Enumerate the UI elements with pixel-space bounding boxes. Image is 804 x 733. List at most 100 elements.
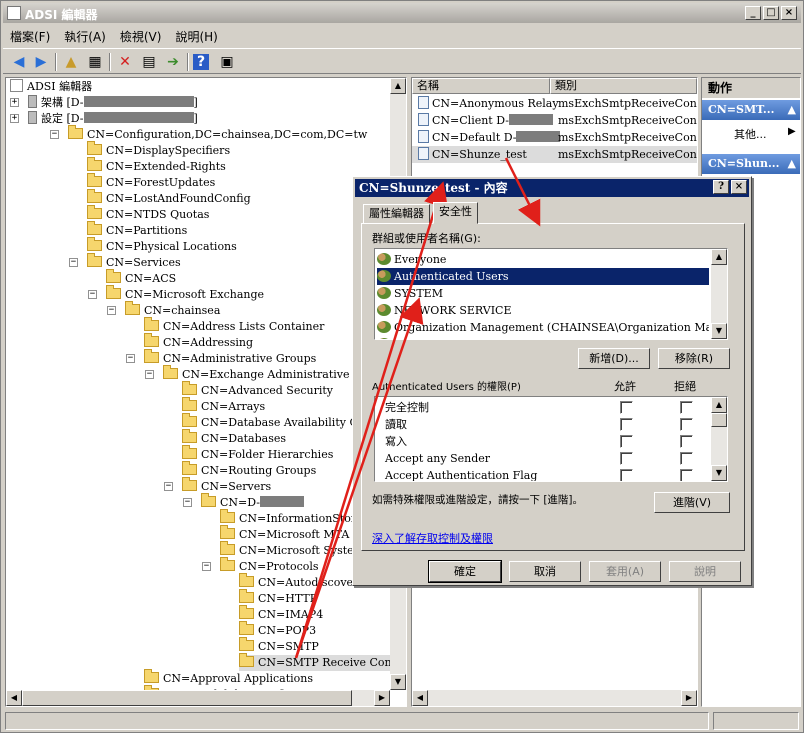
users-vscroll[interactable]: ▲ ▼ [711,249,727,339]
tree-item[interactable]: CN=Extended-Rights [87,157,226,175]
remove-button[interactable]: 移除(R) [658,348,730,369]
perms-vscroll[interactable]: ▲ ▼ [711,397,727,481]
allow-checkbox[interactable] [620,469,633,481]
dialog-close-button[interactable]: × [731,180,747,194]
tree-item[interactable]: CN=NTDS Quotas [87,205,209,223]
collapse-icon[interactable]: − [164,482,173,491]
tree-item[interactable]: CN=Autodiscover [239,573,358,591]
up-folder-icon[interactable]: ▲ [61,52,81,72]
tree-item[interactable]: CN=InformationStore [220,509,363,527]
deny-checkbox[interactable] [680,418,693,431]
actions-group-shunze[interactable]: CN=Shun... ▲ [702,154,800,174]
scroll-left-icon[interactable]: ◀ [412,690,428,706]
collapse-icon[interactable]: − [202,562,211,571]
tree-item[interactable]: CN=Routing Groups [182,461,316,479]
add-button[interactable]: 新增(D)... [578,348,650,369]
deny-checkbox[interactable] [680,435,693,448]
tree-item[interactable]: CN=Databases [182,429,286,447]
expand-icon[interactable]: + [10,114,19,123]
allow-checkbox[interactable] [620,418,633,431]
tree-item[interactable]: CN=Services [87,253,181,271]
hscroll-thumb[interactable] [22,690,352,706]
forward-icon[interactable]: ▶ [31,52,51,72]
scroll-right-icon[interactable]: ▶ [681,690,697,706]
tree-item[interactable]: CN=Protocols [220,557,319,575]
tree-item[interactable]: CN=Approval Applications [144,669,313,687]
tree-item[interactable]: CN=Physical Locations [87,237,237,255]
tree-item[interactable]: CN=D- [201,493,304,511]
tree-item[interactable]: CN=IMAP4 [239,605,323,623]
tree-item[interactable]: CN=SMTP [239,637,319,655]
tree-item[interactable]: CN=Folder Hierarchies [182,445,333,463]
user-item[interactable]: Authenticated Users [377,268,709,285]
deny-checkbox[interactable] [680,452,693,465]
tree-item[interactable]: CN=DisplaySpecifiers [87,141,230,159]
properties-icon[interactable]: ▤ [139,52,159,72]
collapse-icon[interactable]: − [50,130,59,139]
scroll-down-icon[interactable]: ▼ [711,465,727,481]
user-item[interactable]: Organization Management (CHAINSEA\Organi… [377,319,709,336]
allow-checkbox[interactable] [620,452,633,465]
user-item[interactable]: Public Folder Management (CHAINSEA\Publi… [377,336,709,339]
users-listbox[interactable]: Everyone Authenticated Users SYSTEM NETWORK… [374,248,728,340]
collapse-icon[interactable]: − [126,354,135,363]
help-button[interactable]: 說明 [669,561,741,582]
minimize-button[interactable]: _ [745,6,761,20]
user-item[interactable]: NETWORK SERVICE [377,302,709,319]
tree-item[interactable]: CN=Address Lists Container [144,317,324,335]
allow-checkbox[interactable] [620,401,633,414]
column-name[interactable]: 名稱 [412,78,550,94]
tree-item[interactable]: 設定 [D-] [28,111,198,127]
allow-checkbox[interactable] [620,435,633,448]
dialog-help-button[interactable]: ? [713,180,729,194]
list-hscroll[interactable]: ◀ ▶ [412,690,697,706]
tree-item[interactable]: CN=SMTP Receive Connectors [239,653,406,671]
tab-attribute-editor[interactable]: 屬性編輯器 [363,204,430,224]
actions-group-smtp[interactable]: CN=SMT... ▲ [702,100,800,120]
scroll-thumb[interactable] [711,413,727,427]
ok-button[interactable]: 確定 [428,560,502,583]
tree-item[interactable]: CN=Microsoft MTA [220,525,349,543]
list-row[interactable]: CN=Default D-msExchSmtpReceiveConnecto [412,129,697,146]
list-row[interactable]: CN=Client D-msExchSmtpReceiveConnecto [412,112,697,129]
scroll-up-icon[interactable]: ▲ [390,78,406,94]
scroll-down-icon[interactable]: ▼ [390,674,406,690]
tree-item[interactable]: CN=Partitions [87,221,187,239]
collapse-icon[interactable]: − [145,370,154,379]
expand-icon[interactable]: + [10,98,19,107]
deny-checkbox[interactable] [680,401,693,414]
back-icon[interactable]: ◀ [9,52,29,72]
collapse-icon[interactable]: − [88,290,97,299]
tree-item[interactable]: CN=Configuration,DC=chainsea,DC=com,DC=t… [68,125,367,143]
list-row[interactable]: CN=Anonymous RelaymsExchSmtpReceiveConne… [412,95,697,112]
tree-hscroll[interactable]: ◀ ▶ [6,690,390,706]
collapse-icon[interactable]: − [183,498,192,507]
scroll-right-icon[interactable]: ▶ [374,690,390,706]
tree-item[interactable]: CN=POP3 [239,621,316,639]
tree-item[interactable]: CN=LostAndFoundConfig [87,189,251,207]
tree-item[interactable]: CN=Servers [182,477,271,495]
tree-item[interactable]: CN=Arrays [182,397,265,415]
scroll-up-icon[interactable]: ▲ [711,249,727,265]
tree-item[interactable]: CN=HTTP [239,589,317,607]
list-row[interactable]: CN=Shunze_test msExchSmtpReceiveConnecto [412,146,697,163]
tab-security[interactable]: 安全性 [433,202,478,224]
collapse-icon[interactable]: − [69,258,78,267]
collapse-icon[interactable]: − [107,306,116,315]
menu-file[interactable]: 檔案(F) [3,25,57,48]
column-class[interactable]: 類別 [550,78,697,94]
scroll-down-icon[interactable]: ▼ [711,323,727,339]
cancel-button[interactable]: 取消 [509,561,581,582]
menu-help[interactable]: 說明(H) [168,25,224,48]
tree-item[interactable]: CN=chainsea [125,301,220,319]
actions-more[interactable]: 其他... [734,126,767,142]
deny-checkbox[interactable] [680,469,693,481]
show-tree-icon[interactable]: ▦ [85,52,105,72]
menu-action[interactable]: 執行(A) [57,25,113,48]
tree-item[interactable]: CN=Advanced Security [182,381,333,399]
tree-item[interactable]: 架構 [D-] [28,95,198,111]
export-icon[interactable]: ➔ [163,52,183,72]
maximize-button[interactable]: □ [763,6,779,20]
menu-view[interactable]: 檢視(V) [113,25,169,48]
user-item[interactable]: SYSTEM [377,285,709,302]
